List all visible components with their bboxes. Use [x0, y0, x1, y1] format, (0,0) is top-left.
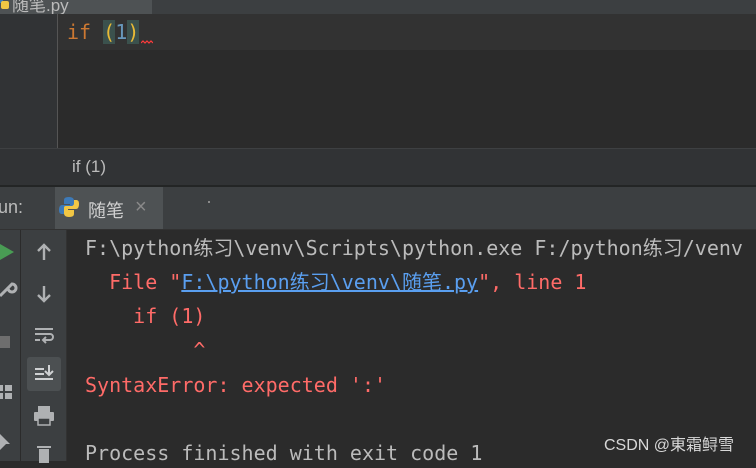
console-output[interactable]: F:\python练习\venv\Scripts\python.exe F:/p… [67, 230, 756, 465]
console-error-message: SyntaxError: expected ':' [85, 373, 387, 397]
code-keyword: if [67, 20, 92, 44]
watermark: CSDN @東霜鲟雪 [604, 437, 735, 454]
run-toolbar-secondary [21, 230, 67, 463]
console-code-echo: if (1) [85, 304, 206, 328]
console-file-suffix: ", line 1 [478, 270, 587, 294]
down-arrow-icon[interactable] [30, 280, 58, 308]
python-icon [59, 197, 79, 217]
print-icon[interactable] [30, 401, 58, 429]
scroll-to-end-button[interactable] [27, 357, 61, 391]
trash-icon[interactable] [30, 440, 58, 468]
up-arrow-icon[interactable] [30, 238, 58, 266]
console-file-line: File "F:\python练习\venv\随笔.py", line 1 [85, 269, 586, 295]
console-file-link[interactable]: F:\python练习\venv\随笔.py [181, 270, 478, 294]
console-command-line: F:\python练习\venv\Scripts\python.exe F:/p… [85, 236, 743, 260]
run-tab-label: 随笔 [88, 201, 124, 221]
rerun-icon[interactable] [0, 238, 20, 266]
console-caret: ^ [85, 338, 206, 362]
code-open-paren: ( [103, 20, 116, 44]
python-file-icon [0, 0, 9, 9]
code-line[interactable]: if (1) [67, 19, 140, 45]
soft-wrap-icon[interactable] [30, 320, 58, 348]
pin-icon[interactable] [0, 428, 18, 456]
layout-icon[interactable] [0, 378, 18, 406]
console-file-prefix: File " [85, 270, 182, 294]
close-icon[interactable]: × [135, 196, 147, 219]
error-squiggle [141, 40, 153, 44]
header-dot [208, 201, 210, 203]
scroll-to-end-icon [35, 365, 54, 380]
line-gutter [0, 14, 58, 148]
breadcrumb-bar [0, 148, 756, 186]
console-exit-message: Process finished with exit code 1 [85, 441, 483, 465]
run-window-label: un: [0, 197, 24, 217]
current-line-highlight [58, 14, 756, 50]
stop-icon[interactable] [0, 328, 18, 356]
code-number: 1 [115, 20, 128, 44]
run-toolbar-primary [0, 230, 21, 461]
wrench-icon[interactable] [0, 276, 20, 304]
code-close-paren: ) [127, 20, 140, 44]
breadcrumb[interactable]: if (1) [72, 157, 106, 177]
